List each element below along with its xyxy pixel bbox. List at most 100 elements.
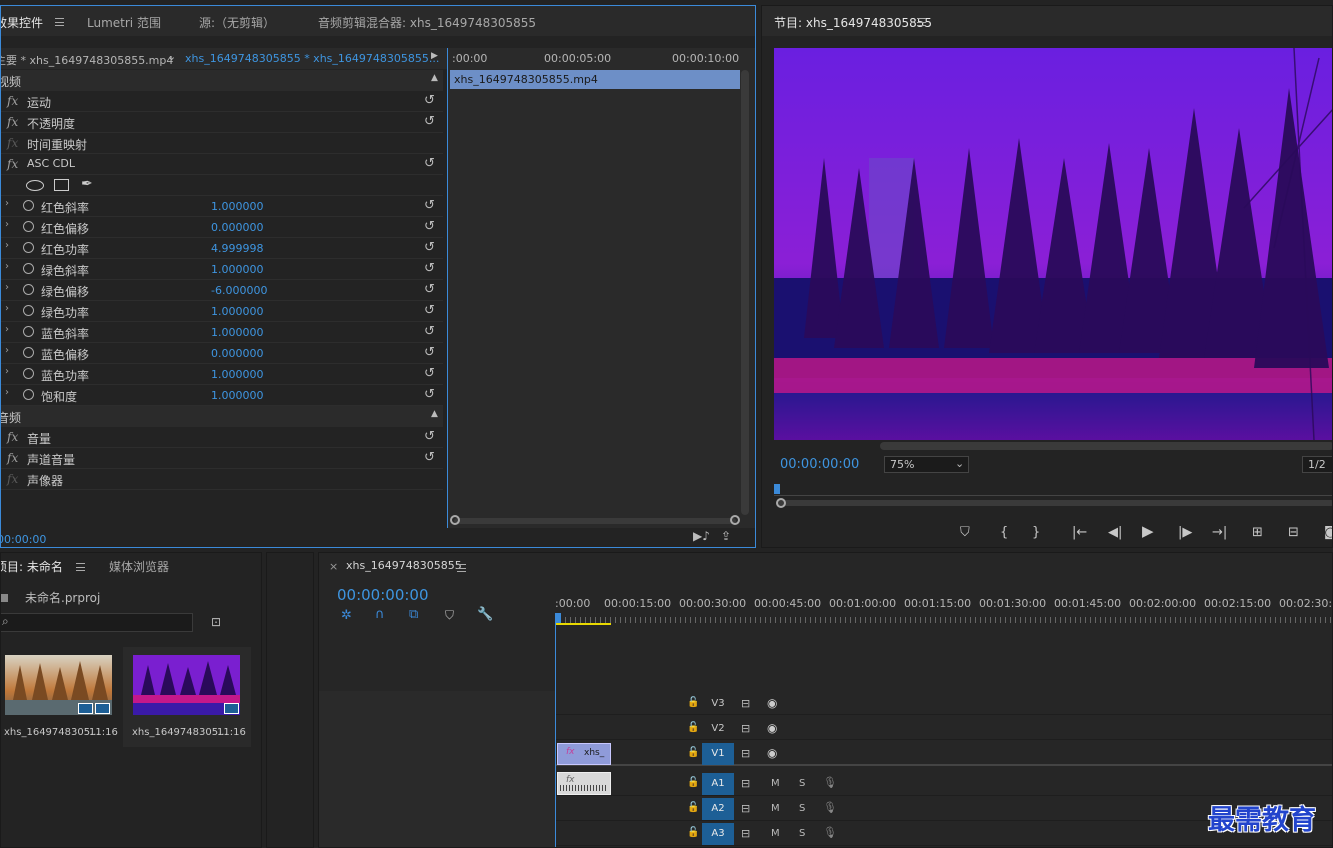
- stopwatch-icon[interactable]: [23, 305, 34, 316]
- mute-button[interactable]: M: [771, 803, 780, 814]
- effect-row-time-remap[interactable]: fx 时间重映射: [1, 133, 443, 154]
- reset-icon[interactable]: ↺: [424, 261, 435, 276]
- zoom-handle-right[interactable]: [730, 515, 740, 525]
- stopwatch-icon[interactable]: [23, 284, 34, 295]
- video-section-header[interactable]: 视频 ▲: [1, 70, 443, 91]
- eye-icon[interactable]: ◉: [767, 746, 777, 760]
- sync-lock-icon[interactable]: ⊟: [741, 777, 750, 790]
- eye-icon[interactable]: ◉: [767, 721, 777, 735]
- lock-icon[interactable]: 🔓: [687, 827, 699, 838]
- effect-row-asc-cdl[interactable]: fx ASC CDL ↺: [1, 154, 443, 175]
- fx-icon[interactable]: fx: [7, 472, 18, 486]
- sync-lock-icon[interactable]: ⊟: [741, 747, 750, 760]
- reset-icon[interactable]: ↺: [424, 219, 435, 234]
- effect-row-motion[interactable]: fx 运动 ↺: [1, 91, 443, 112]
- expand-arrow-icon[interactable]: ›: [5, 303, 9, 314]
- playhead-handle[interactable]: [555, 613, 561, 623]
- reset-icon[interactable]: ↺: [424, 93, 435, 108]
- param-value[interactable]: 0.000000: [211, 347, 264, 360]
- effect-row-panner[interactable]: fx 声像器: [1, 469, 443, 490]
- video-clip[interactable]: fx xhs_: [557, 743, 611, 765]
- audio-playback-icon[interactable]: ▶♪: [693, 529, 710, 543]
- master-clip-dropdown[interactable]: 主要 * xhs_1649748305855.mp4: [1, 52, 173, 68]
- param-row[interactable]: › 红色偏移 0.000000 ↺: [1, 217, 443, 238]
- expand-arrow-icon[interactable]: ›: [5, 324, 9, 335]
- zoom-level-select[interactable]: 75% ⌄: [884, 456, 969, 473]
- sync-lock-icon[interactable]: ⊟: [741, 697, 750, 710]
- param-row[interactable]: › 绿色偏移 -6.000000 ↺: [1, 280, 443, 301]
- panel-menu-icon[interactable]: [457, 564, 466, 572]
- panel-menu-icon[interactable]: [55, 18, 64, 26]
- param-row[interactable]: › 饱和度 1.000000 ↺: [1, 385, 443, 406]
- microphone-icon[interactable]: 🎙: [823, 801, 837, 814]
- step-back-icon[interactable]: ◀|: [1108, 525, 1122, 540]
- microphone-icon[interactable]: 🎙: [823, 826, 837, 839]
- solo-button[interactable]: S: [799, 803, 805, 814]
- chevron-down-icon[interactable]: ⌄: [167, 50, 176, 63]
- stopwatch-icon[interactable]: [23, 221, 34, 232]
- stopwatch-icon[interactable]: [23, 389, 34, 400]
- solo-button[interactable]: S: [799, 778, 805, 789]
- add-marker-icon[interactable]: ⛉: [445, 608, 454, 623]
- mark-out-icon[interactable]: }: [1032, 525, 1040, 540]
- track-name[interactable]: A2: [702, 798, 734, 820]
- monitor-playhead[interactable]: [774, 484, 780, 494]
- track-name[interactable]: V2: [702, 718, 734, 740]
- monitor-time-ruler[interactable]: [774, 484, 1332, 496]
- expand-arrow-icon[interactable]: ›: [5, 198, 9, 209]
- sequence-clip-link[interactable]: xhs_1649748305855 * xhs_1649748305855...: [185, 52, 439, 65]
- new-bin-from-search-icon[interactable]: ⊡: [211, 615, 221, 629]
- mini-clip-bar[interactable]: xhs_1649748305855.mp4: [450, 70, 740, 89]
- collapse-up-icon[interactable]: ▲: [431, 73, 438, 83]
- mark-in-icon[interactable]: {: [1000, 525, 1008, 540]
- close-tab-icon[interactable]: ×: [329, 560, 338, 573]
- extract-icon[interactable]: ⊟: [1288, 525, 1299, 540]
- stopwatch-icon[interactable]: [23, 200, 34, 211]
- panel-menu-icon[interactable]: [76, 563, 85, 571]
- stopwatch-icon[interactable]: [23, 263, 34, 274]
- effect-row-opacity[interactable]: fx 不透明度 ↺: [1, 112, 443, 133]
- track-name[interactable]: A3: [702, 823, 734, 845]
- playhead-marker[interactable]: [447, 56, 448, 526]
- fx-icon[interactable]: fx: [7, 157, 18, 171]
- solo-button[interactable]: S: [799, 828, 805, 839]
- snap-icon[interactable]: ∩: [375, 607, 385, 622]
- track-name[interactable]: V1: [702, 743, 734, 765]
- reset-icon[interactable]: ↺: [424, 429, 435, 444]
- effect-controls-timecode[interactable]: 00:00:00: [1, 533, 46, 546]
- param-row[interactable]: › 蓝色偏移 0.000000 ↺: [1, 343, 443, 364]
- reset-icon[interactable]: ↺: [424, 198, 435, 213]
- sync-lock-icon[interactable]: ⊟: [741, 827, 750, 840]
- audio-clip[interactable]: fx: [557, 772, 611, 795]
- param-value[interactable]: 1.000000: [211, 200, 264, 213]
- fx-icon[interactable]: fx: [7, 136, 18, 150]
- lock-icon[interactable]: 🔓: [687, 722, 699, 733]
- audio-section-header[interactable]: 音频 ▲: [1, 406, 443, 427]
- zoom-handle-left[interactable]: [450, 515, 460, 525]
- tab-program[interactable]: 节目: xhs_1649748305855: [774, 14, 932, 31]
- reset-icon[interactable]: ↺: [424, 282, 435, 297]
- eye-icon[interactable]: ◉: [767, 696, 777, 710]
- mini-timeline[interactable]: :00:00 00:00:05:00 00:00:10:00 xhs_16497…: [447, 48, 755, 528]
- reset-icon[interactable]: ↺: [424, 450, 435, 465]
- param-value[interactable]: 1.000000: [211, 305, 264, 318]
- param-value[interactable]: -6.000000: [211, 284, 267, 297]
- param-value[interactable]: 4.999998: [211, 242, 264, 255]
- reset-icon[interactable]: ↺: [424, 156, 435, 171]
- expand-arrow-icon[interactable]: ›: [5, 261, 9, 272]
- project-item[interactable]: xhs_1649748305... 11:16: [123, 647, 251, 747]
- expand-arrow-icon[interactable]: ›: [5, 282, 9, 293]
- fx-icon[interactable]: fx: [7, 430, 18, 444]
- play-only-clip-icon[interactable]: ▶: [431, 51, 438, 61]
- panel-menu-icon[interactable]: [917, 18, 926, 26]
- reset-icon[interactable]: ↺: [424, 324, 435, 339]
- fx-icon[interactable]: fx: [7, 94, 18, 108]
- mute-button[interactable]: M: [771, 778, 780, 789]
- tab-effect-controls[interactable]: 效果控件: [1, 14, 43, 31]
- tab-lumetri-scopes[interactable]: Lumetri 范围: [87, 14, 161, 31]
- reset-icon[interactable]: ↺: [424, 303, 435, 318]
- lock-icon[interactable]: 🔓: [687, 802, 699, 813]
- ellipse-mask-icon[interactable]: [26, 180, 44, 191]
- reset-icon[interactable]: ↺: [424, 114, 435, 129]
- tab-media-browser[interactable]: 媒体浏览器: [109, 558, 169, 575]
